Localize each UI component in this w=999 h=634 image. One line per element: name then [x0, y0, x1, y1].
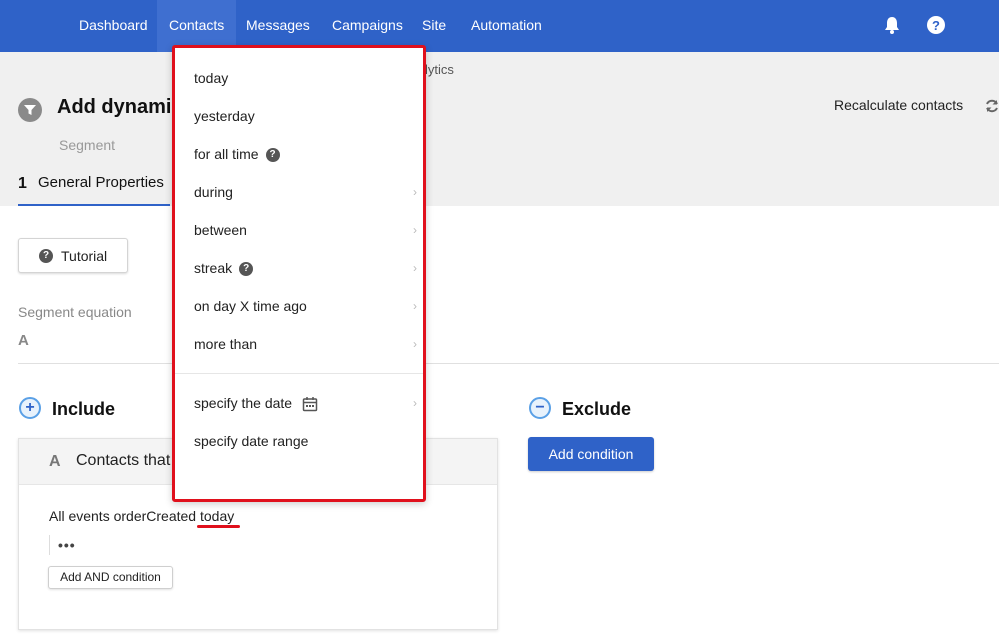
dropdown-item-specify-date-range[interactable]: specify date range	[175, 423, 423, 459]
chevron-right-icon: ›	[413, 396, 417, 410]
more-options-icon[interactable]: •••	[58, 537, 76, 553]
dropdown-item-label: between	[194, 222, 247, 238]
chevron-right-icon: ›	[413, 337, 417, 351]
tutorial-button[interactable]: ? Tutorial	[18, 238, 128, 273]
chevron-right-icon: ›	[413, 223, 417, 237]
highlight-underline	[197, 525, 240, 528]
dropdown-item-more-than[interactable]: more than ›	[175, 326, 423, 362]
help-icon[interactable]: ?	[926, 15, 946, 35]
dropdown-item-label: during	[194, 184, 233, 200]
svg-text:?: ?	[932, 18, 940, 33]
dropdown-item-label: yesterday	[194, 108, 255, 124]
dropdown-item-streak[interactable]: streak? ›	[175, 250, 423, 286]
segment-equation-label: Segment equation	[18, 304, 132, 320]
exclude-title: Exclude	[562, 399, 632, 419]
dropdown-item-during[interactable]: during ›	[175, 174, 423, 210]
refresh-icon[interactable]	[984, 98, 999, 114]
add-and-condition-button[interactable]: Add AND condition	[48, 566, 173, 589]
page-subtitle: Segment	[59, 137, 116, 153]
dropdown-item-specify-the-date[interactable]: specify the date ›	[175, 385, 423, 421]
condition-letter: A	[49, 453, 61, 470]
dropdown-item-label: specify the date	[194, 395, 293, 411]
nav-dashboard[interactable]: Dashboard	[67, 0, 160, 52]
chevron-right-icon: ›	[413, 185, 417, 199]
condition-title: Contacts that	[76, 452, 171, 469]
condition-text: All events orderCreated	[49, 508, 197, 524]
condition-date-selector[interactable]: today	[200, 508, 234, 524]
dropdown-item-label: on day X time ago	[194, 298, 307, 314]
bell-icon[interactable]	[882, 15, 902, 35]
nav-automation[interactable]: Automation	[459, 0, 554, 52]
dropdown-item-on-day-x-time-ago[interactable]: on day X time ago ›	[175, 288, 423, 324]
calendar-icon	[302, 397, 318, 412]
add-condition-button[interactable]: Add condition	[528, 437, 654, 471]
dropdown-item-label: today	[194, 70, 229, 86]
step-number: 1	[18, 175, 27, 192]
tutorial-label: Tutorial	[61, 247, 108, 264]
segment-icon	[18, 98, 42, 122]
dropdown-separator	[175, 373, 423, 374]
chevron-right-icon: ›	[413, 299, 417, 313]
dropdown-item-today[interactable]: today	[175, 60, 423, 96]
breadcrumb[interactable]: lytics	[425, 62, 454, 77]
segment-equation-value: A	[18, 332, 29, 349]
help-icon[interactable]: ?	[239, 262, 254, 277]
recalculate-contacts-link[interactable]: Recalculate contacts	[834, 97, 963, 113]
active-tab-indicator	[18, 204, 170, 206]
date-dropdown-menu: today yesterday for all time? during › b…	[172, 45, 426, 502]
dropdown-item-between[interactable]: between ›	[175, 212, 423, 248]
page-title: Add dynami	[57, 96, 172, 118]
dropdown-item-label: streak	[194, 260, 233, 276]
dropdown-item-label: specify date range	[194, 433, 309, 449]
help-icon: ?	[39, 248, 53, 263]
chevron-right-icon: ›	[413, 261, 417, 275]
exclude-minus-icon[interactable]: −	[529, 397, 551, 419]
condition-branch-line	[49, 535, 50, 555]
divider	[18, 363, 999, 364]
dropdown-item-label: more than	[194, 336, 258, 352]
dropdown-item-yesterday[interactable]: yesterday	[175, 98, 423, 134]
tab-general-properties[interactable]: General Properties	[38, 174, 164, 191]
include-plus-icon[interactable]: +	[19, 397, 41, 419]
include-title: Include	[52, 399, 116, 419]
dropdown-item-for-all-time[interactable]: for all time?	[175, 136, 423, 172]
dropdown-item-label: for all time	[194, 146, 259, 162]
help-icon[interactable]: ?	[265, 148, 280, 163]
top-navbar: Dashboard Contacts Messages Campaigns Si…	[0, 0, 999, 52]
